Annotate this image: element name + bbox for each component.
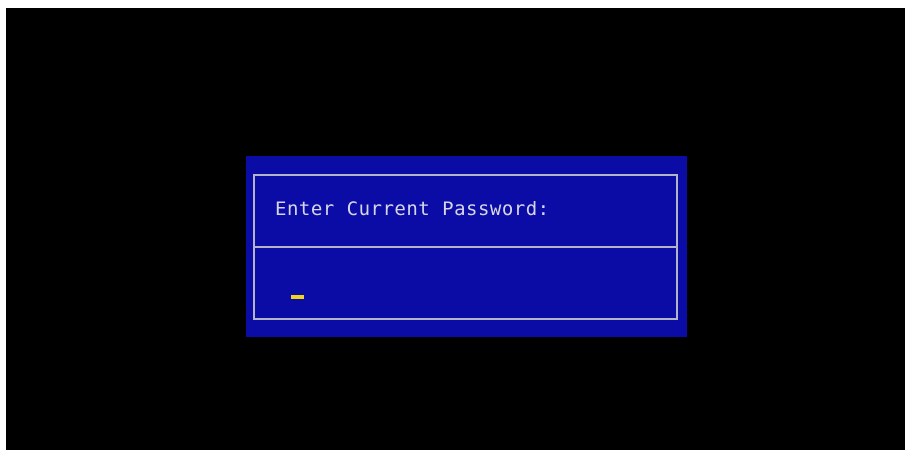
text-cursor — [291, 295, 304, 299]
password-dialog: Enter Current Password: — [246, 156, 687, 337]
password-input[interactable] — [255, 248, 676, 320]
password-prompt-label: Enter Current Password: — [275, 198, 550, 220]
bios-screen: Enter Current Password: — [6, 8, 905, 450]
password-dialog-frame: Enter Current Password: — [253, 174, 678, 320]
